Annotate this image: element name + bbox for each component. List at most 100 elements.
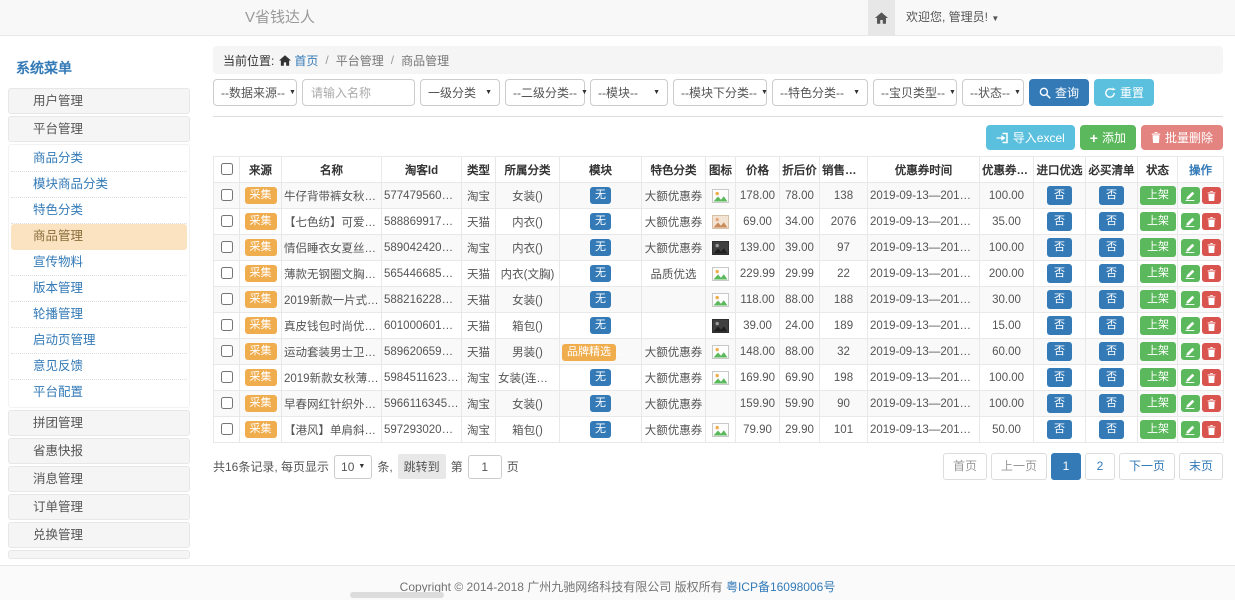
sidebar-item[interactable]: 用户管理 (8, 88, 190, 114)
sidebar-subitem[interactable]: 意见反馈 (11, 354, 187, 380)
imported-toggle[interactable]: 否 (1047, 186, 1072, 205)
user-menu[interactable]: 欢迎您, 管理员! ▼ (906, 0, 999, 36)
status-button[interactable]: 上架 (1140, 420, 1176, 439)
name-search-input[interactable] (302, 79, 415, 106)
status-button[interactable]: 上架 (1140, 316, 1176, 335)
page-button[interactable]: 下一页 (1119, 453, 1175, 480)
add-button[interactable]: + 添加 (1080, 125, 1136, 150)
per-page-select[interactable]: 10 ▼ (334, 455, 372, 479)
sidebar-item[interactable]: 兑换管理 (8, 522, 190, 548)
filter-select[interactable]: --模块下分类--▼ (673, 79, 767, 106)
row-checkbox[interactable] (221, 423, 233, 435)
status-button[interactable]: 上架 (1140, 368, 1176, 387)
delete-button[interactable] (1202, 213, 1221, 230)
sidebar-item[interactable] (8, 550, 190, 559)
navbar-home-button[interactable] (868, 0, 895, 35)
imported-toggle[interactable]: 否 (1047, 394, 1072, 413)
imported-toggle[interactable]: 否 (1047, 264, 1072, 283)
status-button[interactable]: 上架 (1140, 212, 1176, 231)
edit-button[interactable] (1181, 395, 1200, 412)
must-buy-toggle[interactable]: 否 (1099, 212, 1124, 231)
select-all-checkbox[interactable] (221, 163, 233, 175)
filter-select[interactable]: 一级分类▼ (420, 79, 500, 106)
delete-button[interactable] (1202, 291, 1221, 308)
edit-button[interactable] (1181, 213, 1200, 230)
delete-button[interactable] (1202, 317, 1221, 334)
must-buy-toggle[interactable]: 否 (1099, 420, 1124, 439)
must-buy-toggle[interactable]: 否 (1099, 368, 1124, 387)
imported-toggle[interactable]: 否 (1047, 290, 1072, 309)
edit-button[interactable] (1181, 239, 1200, 256)
edit-button[interactable] (1181, 187, 1200, 204)
sidebar-subitem[interactable]: 版本管理 (11, 276, 187, 302)
sidebar-item[interactable]: 订单管理 (8, 494, 190, 520)
row-checkbox[interactable] (221, 371, 233, 383)
edit-button[interactable] (1181, 421, 1200, 438)
status-button[interactable]: 上架 (1140, 238, 1176, 257)
sidebar-item[interactable]: 消息管理 (8, 466, 190, 492)
edit-button[interactable] (1181, 369, 1200, 386)
batch-delete-button[interactable]: 批量删除 (1141, 125, 1223, 150)
filter-select[interactable]: --数据来源--▼ (213, 79, 297, 106)
status-button[interactable]: 上架 (1140, 264, 1176, 283)
page-button[interactable]: 1 (1051, 453, 1081, 480)
import-excel-button[interactable]: 导入excel (986, 125, 1075, 150)
imported-toggle[interactable]: 否 (1047, 420, 1072, 439)
imported-toggle[interactable]: 否 (1047, 342, 1072, 361)
row-checkbox[interactable] (221, 241, 233, 253)
row-checkbox[interactable] (221, 267, 233, 279)
status-button[interactable]: 上架 (1140, 186, 1176, 205)
delete-button[interactable] (1202, 343, 1221, 360)
imported-toggle[interactable]: 否 (1047, 238, 1072, 257)
page-button[interactable]: 上一页 (991, 453, 1047, 480)
row-checkbox[interactable] (221, 319, 233, 331)
status-button[interactable]: 上架 (1140, 290, 1176, 309)
filter-select[interactable]: --模块--▼ (590, 79, 668, 106)
edit-button[interactable] (1181, 265, 1200, 282)
sidebar-subitem[interactable]: 平台配置 (11, 380, 187, 406)
search-button[interactable]: 查询 (1029, 79, 1089, 106)
status-button[interactable]: 上架 (1140, 342, 1176, 361)
imported-toggle[interactable]: 否 (1047, 316, 1072, 335)
filter-select[interactable]: --特色分类--▼ (772, 79, 868, 106)
breadcrumb-home-link[interactable]: 首页 (279, 52, 318, 69)
must-buy-toggle[interactable]: 否 (1099, 290, 1124, 309)
delete-button[interactable] (1202, 369, 1221, 386)
edit-button[interactable] (1181, 317, 1200, 334)
must-buy-toggle[interactable]: 否 (1099, 264, 1124, 283)
sidebar-subitem[interactable]: 模块商品分类 (11, 172, 187, 198)
row-checkbox[interactable] (221, 397, 233, 409)
page-button[interactable]: 末页 (1179, 453, 1223, 480)
must-buy-toggle[interactable]: 否 (1099, 186, 1124, 205)
imported-toggle[interactable]: 否 (1047, 212, 1072, 231)
delete-button[interactable] (1202, 187, 1221, 204)
must-buy-toggle[interactable]: 否 (1099, 238, 1124, 257)
sidebar-subitem[interactable]: 商品管理 (11, 224, 187, 250)
sidebar-item[interactable]: 拼团管理 (8, 410, 190, 436)
row-checkbox[interactable] (221, 189, 233, 201)
row-checkbox[interactable] (221, 345, 233, 357)
row-checkbox[interactable] (221, 215, 233, 227)
sidebar-subitem[interactable]: 轮播管理 (11, 302, 187, 328)
icp-link[interactable]: 粤ICP备16098006号 (726, 580, 835, 594)
reset-button[interactable]: 重置 (1094, 79, 1154, 106)
delete-button[interactable] (1202, 395, 1221, 412)
filter-select[interactable]: --状态--▼ (962, 79, 1024, 106)
sidebar-item[interactable]: 平台管理 (8, 116, 190, 142)
must-buy-toggle[interactable]: 否 (1099, 342, 1124, 361)
row-checkbox[interactable] (221, 293, 233, 305)
delete-button[interactable] (1202, 421, 1221, 438)
edit-button[interactable] (1181, 343, 1200, 360)
sidebar-subitem[interactable]: 启动页管理 (11, 328, 187, 354)
sidebar-subitem[interactable]: 特色分类 (11, 198, 187, 224)
page-button[interactable]: 首页 (943, 453, 987, 480)
horizontal-scrollbar-thumb[interactable] (350, 592, 444, 598)
delete-button[interactable] (1202, 265, 1221, 282)
status-button[interactable]: 上架 (1140, 394, 1176, 413)
sidebar-subitem[interactable]: 商品分类 (11, 146, 187, 172)
filter-select[interactable]: --二级分类--▼ (505, 79, 585, 106)
sidebar-item[interactable]: 省惠快报 (8, 438, 190, 464)
page-number-input[interactable] (468, 455, 502, 479)
edit-button[interactable] (1181, 291, 1200, 308)
delete-button[interactable] (1202, 239, 1221, 256)
